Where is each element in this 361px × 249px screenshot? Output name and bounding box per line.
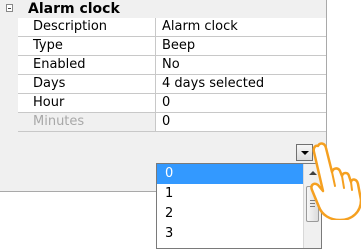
- property-value[interactable]: Beep: [156, 37, 326, 55]
- property-name: Days: [18, 75, 156, 93]
- property-name: Description: [18, 18, 156, 36]
- property-name: Hour: [18, 94, 156, 112]
- property-value[interactable]: No: [156, 56, 326, 74]
- property-row-minutes[interactable]: Minutes 0: [18, 113, 326, 132]
- property-row-hour[interactable]: Hour 0: [18, 94, 326, 113]
- hand-pointer-icon: [310, 142, 361, 220]
- property-name: Minutes: [18, 113, 156, 131]
- category-title: Alarm clock: [28, 1, 120, 17]
- dropdown-option[interactable]: 2: [157, 204, 303, 224]
- property-grid-window: Alarm clock Description Alarm clock Type…: [0, 0, 361, 249]
- category-header[interactable]: Alarm clock: [18, 0, 326, 18]
- property-row-days[interactable]: Days 4 days selected: [18, 75, 326, 94]
- property-row-type[interactable]: Type Beep: [18, 37, 326, 56]
- dropdown-option[interactable]: 0: [157, 164, 303, 184]
- property-row-enabled[interactable]: Enabled No: [18, 56, 326, 75]
- grid-gutter: [0, 0, 18, 164]
- property-value[interactable]: 4 days selected: [156, 75, 326, 93]
- minutes-value-combobox[interactable]: 0: [156, 113, 326, 131]
- dropdown-option[interactable]: 3: [157, 224, 303, 244]
- dropdown-option[interactable]: 1: [157, 184, 303, 204]
- minutes-dropdown-list[interactable]: 0 1 2 3: [156, 163, 322, 249]
- property-name: Type: [18, 37, 156, 55]
- collapse-icon[interactable]: [6, 4, 13, 12]
- property-row-description[interactable]: Description Alarm clock: [18, 18, 326, 37]
- property-name: Enabled: [18, 56, 156, 74]
- property-value[interactable]: 0: [156, 94, 326, 112]
- property-value[interactable]: Alarm clock: [156, 18, 326, 36]
